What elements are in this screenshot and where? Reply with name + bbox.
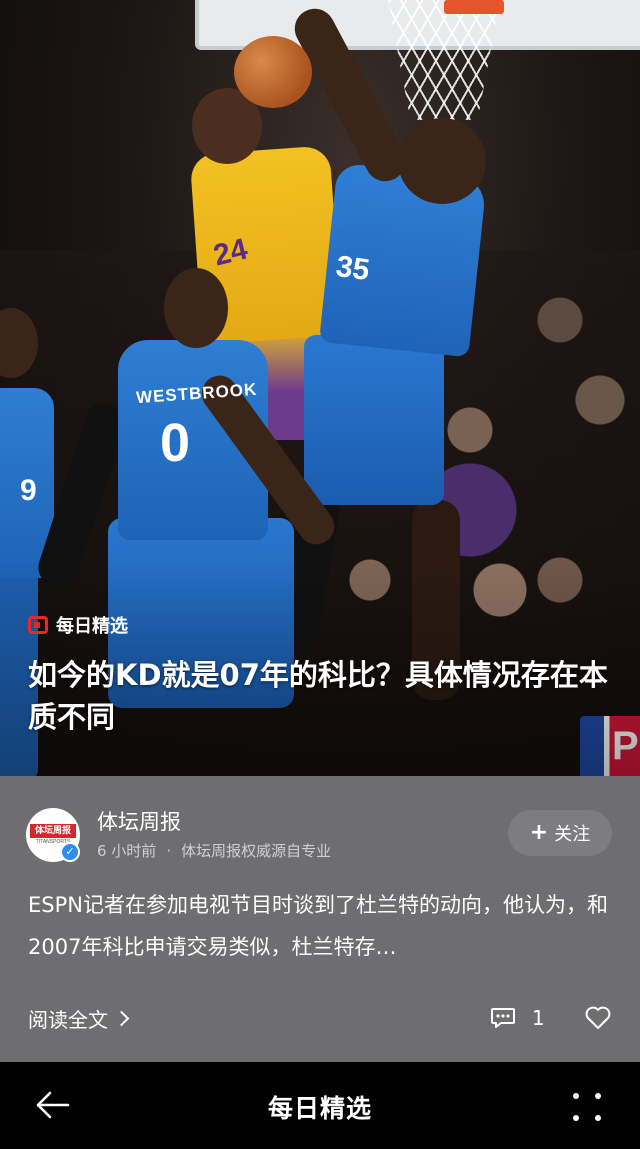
plus-icon: +	[529, 820, 549, 845]
basketball	[234, 36, 312, 108]
jersey-number-left: 9	[20, 474, 37, 507]
westbrook-head	[164, 268, 228, 348]
badge-label: 每日精选	[56, 616, 128, 637]
author-name[interactable]: 体坛周报	[97, 806, 181, 836]
comment-icon	[491, 1008, 515, 1028]
kd-head	[398, 118, 486, 204]
follow-button[interactable]: + 关注	[508, 810, 612, 856]
more-button[interactable]	[572, 1092, 602, 1126]
screen: WESTBROOK 0 35 9 24 P 每日精选 如今的KD就是07年的科比…	[0, 0, 640, 1149]
four-dots-icon	[573, 1093, 601, 1121]
chevron-right-icon	[113, 1010, 130, 1027]
verified-icon: ✓	[60, 842, 80, 862]
daily-pick-icon	[28, 615, 48, 635]
article-card: 体坛周报 TITANSPORTS ✓ 体坛周报 6 小时前 · 体坛周报权威源自…	[0, 776, 640, 1062]
comment-count: 1	[532, 1006, 545, 1030]
read-more-label: 阅读全文	[28, 1008, 108, 1032]
author-description: 体坛周报权威源自专业	[181, 842, 332, 860]
like-button[interactable]	[584, 1006, 612, 1034]
article-headline[interactable]: 如今的KD就是07年的科比？具体情况存在本质不同	[28, 654, 624, 738]
kd-shorts	[304, 335, 444, 505]
basketball-rim	[444, 0, 504, 14]
article-summary[interactable]: ESPN记者在参加电视节目时谈到了杜兰特的动向，他认为，和2007年科比申请交易…	[28, 884, 616, 968]
daily-pick-badge: 每日精选	[28, 612, 128, 638]
heart-icon	[585, 1006, 611, 1029]
page-title: 每日精选	[267, 1094, 372, 1123]
bottom-bar: 每日精选	[0, 1062, 640, 1149]
meta-separator: ·	[166, 841, 172, 860]
jersey-number-westbrook: 0	[160, 413, 191, 473]
jersey-number-kd: 35	[333, 249, 372, 288]
author-meta: 6 小时前 · 体坛周报权威源自专业	[97, 840, 331, 861]
comment-button[interactable]: 1	[490, 1006, 545, 1030]
avatar-logo-text: 体坛周报	[30, 824, 76, 838]
basketball-net	[388, 0, 500, 120]
follow-label: 关注	[554, 824, 591, 845]
post-time: 6 小时前	[97, 842, 157, 860]
read-more-link[interactable]: 阅读全文	[28, 1004, 130, 1033]
